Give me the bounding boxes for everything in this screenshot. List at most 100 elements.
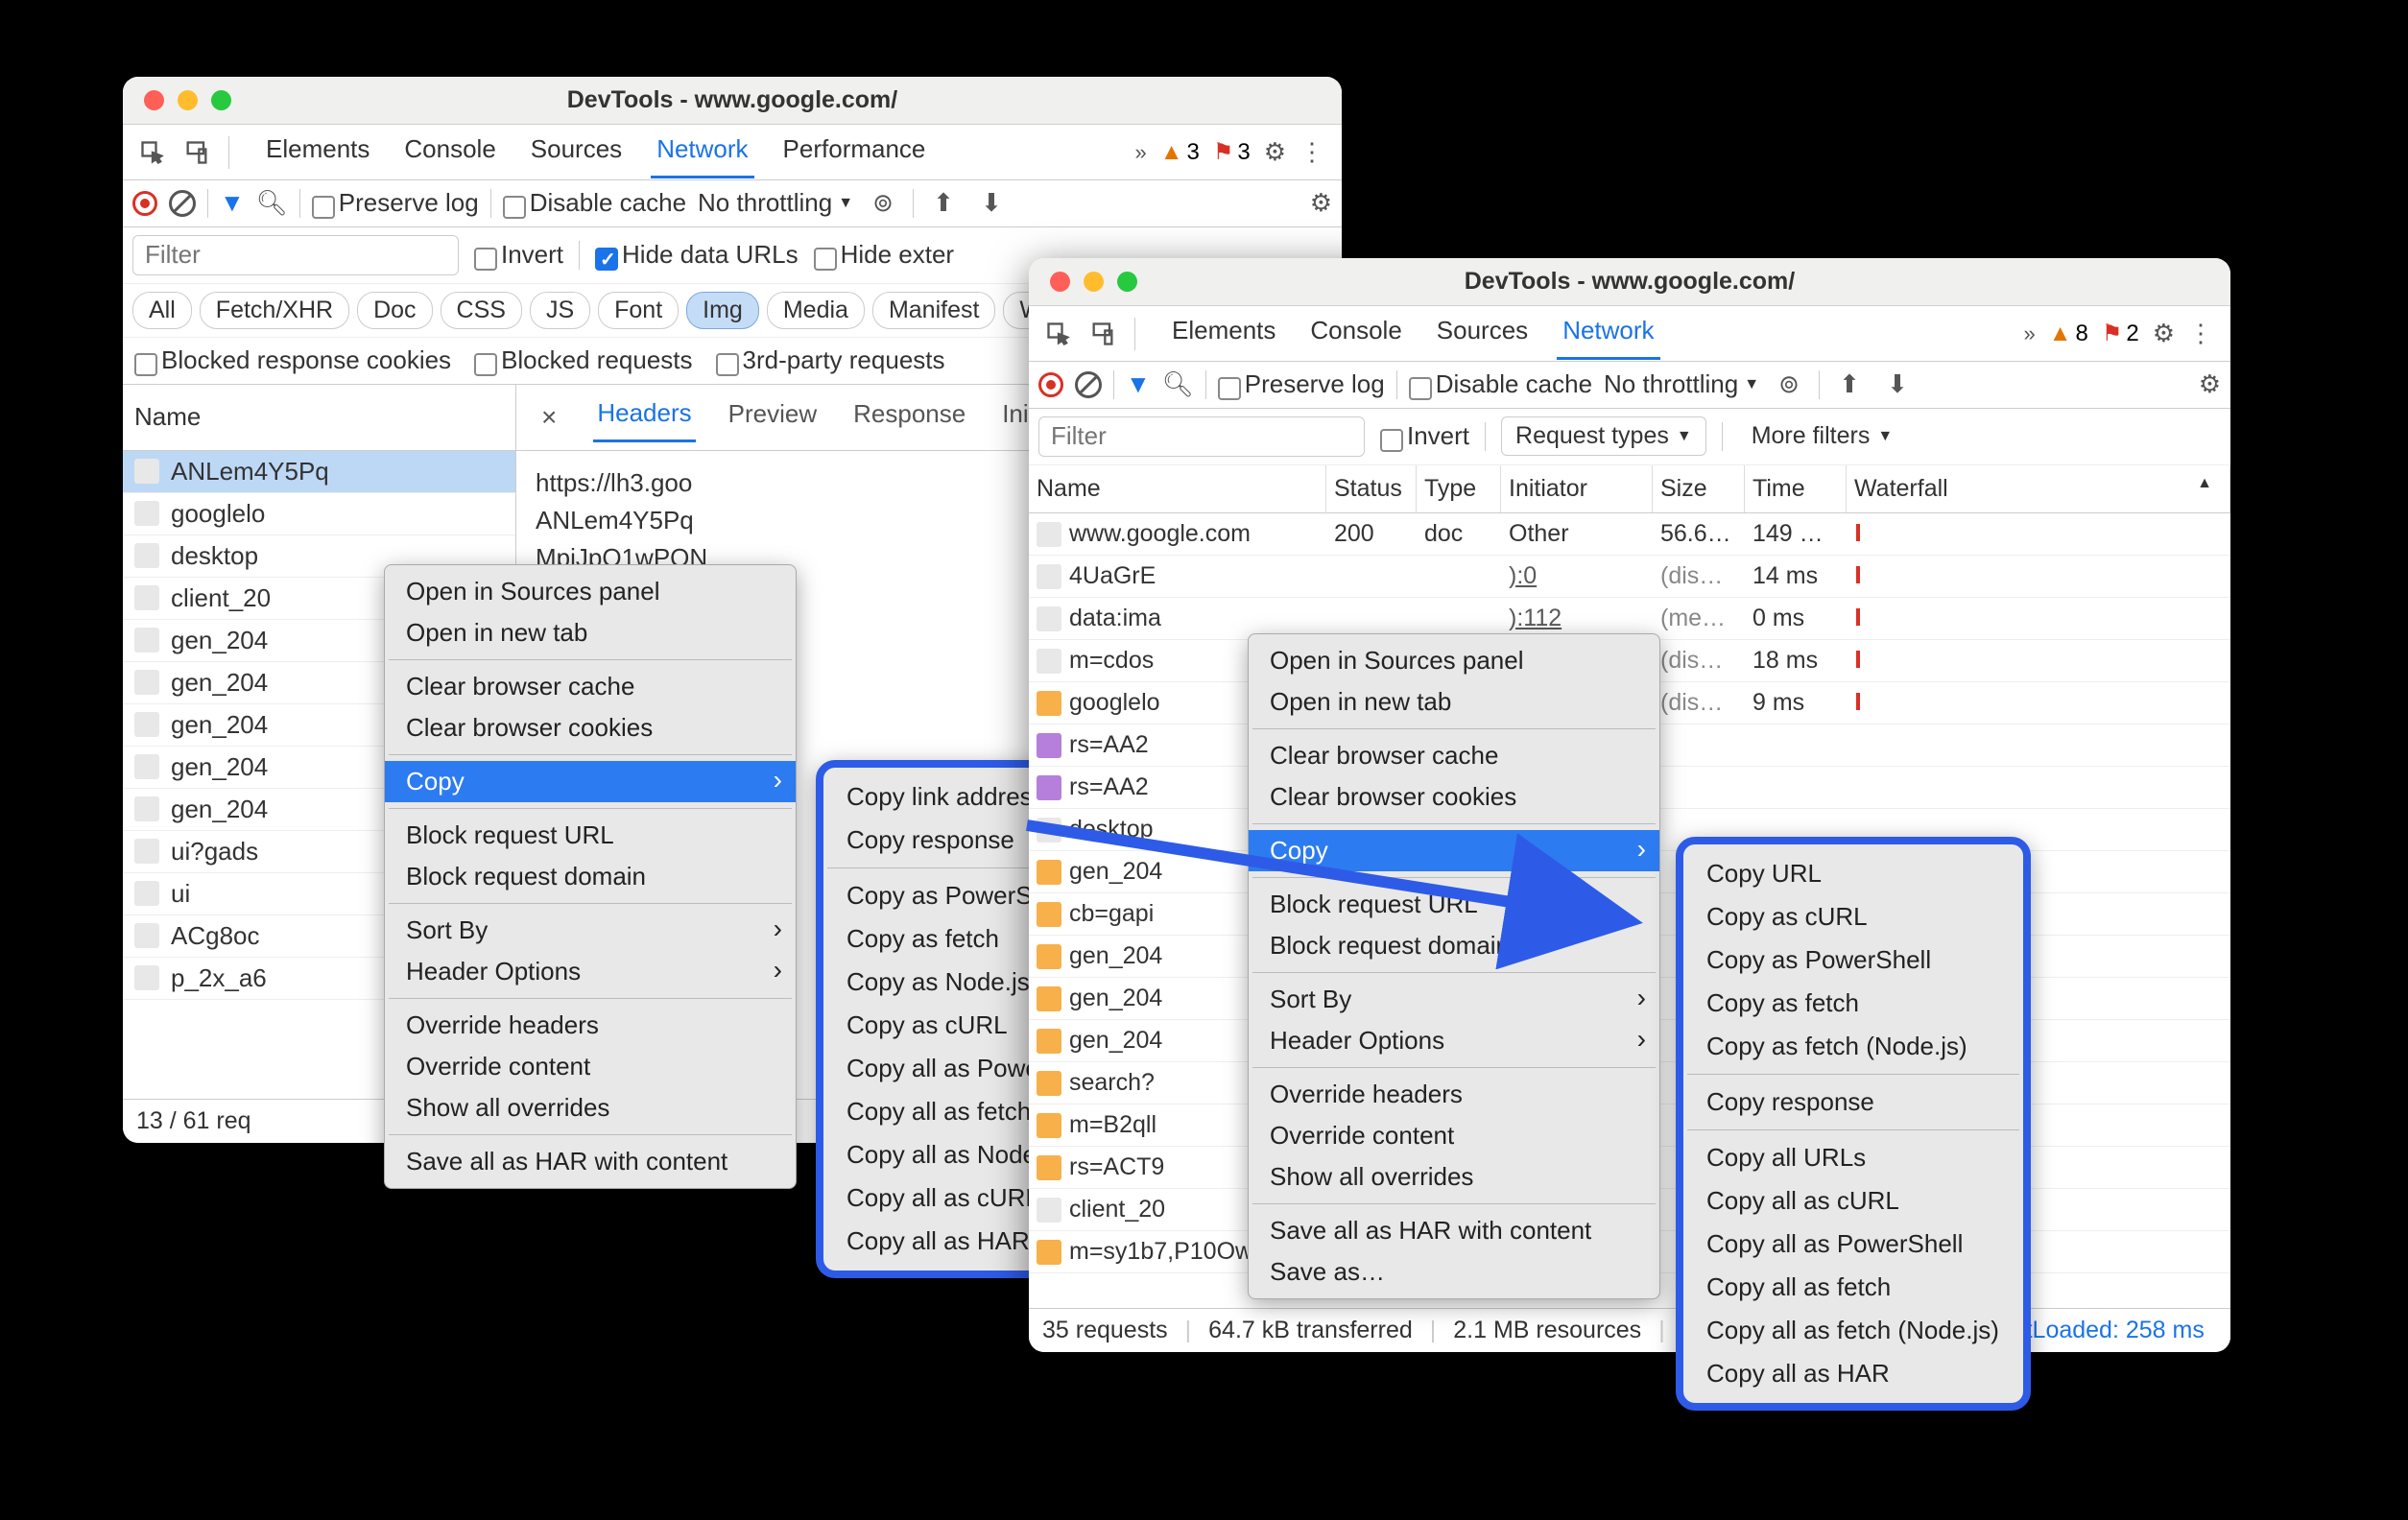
filter-icon[interactable]: ▼ <box>1126 369 1151 399</box>
submenu-item-copy-all-as-powershell[interactable]: Copy all as PowerShell <box>1683 1223 2023 1266</box>
search-icon[interactable]: 🔍︎ <box>256 188 288 218</box>
tab-performance[interactable]: Performance <box>777 127 932 178</box>
clear-icon[interactable] <box>169 190 196 217</box>
menu-item-block-request-url[interactable]: Block request URL <box>385 815 796 856</box>
menu-item-sort-by[interactable]: Sort By <box>1249 979 1659 1020</box>
menu-icon[interactable]: ⋮ <box>1299 137 1324 167</box>
tab-sources[interactable]: Sources <box>1431 308 1534 360</box>
tab-elements[interactable]: Elements <box>1166 308 1281 360</box>
download-icon[interactable]: ⬇ <box>1879 369 1916 399</box>
filter-pill-font[interactable]: Font <box>598 292 679 329</box>
inspect-icon[interactable] <box>1038 314 1079 354</box>
menu-item-override-content[interactable]: Override content <box>1249 1115 1659 1156</box>
submenu-item-copy-all-urls[interactable]: Copy all URLs <box>1683 1136 2023 1179</box>
submenu-item-copy-url[interactable]: Copy URL <box>1683 852 2023 895</box>
filter-pill-all[interactable]: All <box>132 292 192 329</box>
submenu-item-copy-as-fetch--node-js-[interactable]: Copy as fetch (Node.js) <box>1683 1025 2023 1068</box>
device-icon[interactable] <box>177 132 217 173</box>
menu-item-show-all-overrides[interactable]: Show all overrides <box>385 1087 796 1128</box>
request-types-filter[interactable]: Request types▼ <box>1501 416 1706 456</box>
zoom-icon[interactable] <box>1117 272 1137 292</box>
wifi-icon[interactable]: ⊚ <box>865 188 901 218</box>
invert-checkbox[interactable]: Invert <box>1380 421 1469 452</box>
submenu-item-copy-response[interactable]: Copy response <box>1683 1081 2023 1124</box>
settings-icon[interactable]: ⚙ <box>2153 319 2175 348</box>
menu-item-clear-browser-cache[interactable]: Clear browser cache <box>1249 735 1659 776</box>
minimize-icon[interactable] <box>1084 272 1104 292</box>
more-tabs-icon[interactable]: » <box>1134 140 1146 165</box>
col-name[interactable]: Name <box>1029 465 1326 512</box>
filter-input[interactable] <box>132 235 459 275</box>
filter-pill-fetchxhr[interactable]: Fetch/XHR <box>200 292 349 329</box>
invert-checkbox[interactable]: Invert <box>474 240 563 271</box>
submenu-item-copy-as-fetch[interactable]: Copy as fetch <box>1683 982 2023 1025</box>
menu-item-save-all-as-har-with-content[interactable]: Save all as HAR with content <box>385 1141 796 1182</box>
disable-cache-checkbox[interactable]: Disable cache <box>1409 369 1592 400</box>
menu-item-header-options[interactable]: Header Options <box>1249 1020 1659 1061</box>
menu-item-sort-by[interactable]: Sort By <box>385 910 796 951</box>
menu-item-clear-browser-cookies[interactable]: Clear browser cookies <box>385 707 796 748</box>
filter-pill-js[interactable]: JS <box>530 292 590 329</box>
close-icon[interactable]: × <box>534 402 564 433</box>
col-time[interactable]: Time <box>1745 465 1847 512</box>
search-icon[interactable]: 🔍︎ <box>1162 369 1194 399</box>
col-type[interactable]: Type <box>1417 465 1501 512</box>
close-icon[interactable] <box>144 90 164 110</box>
filter-pill-manifest[interactable]: Manifest <box>872 292 995 329</box>
hide-data-urls-checkbox[interactable]: Hide data URLs <box>595 240 799 271</box>
tab-console[interactable]: Console <box>398 127 501 178</box>
menu-item-save-as-[interactable]: Save as… <box>1249 1251 1659 1293</box>
tab-sources[interactable]: Sources <box>525 127 628 178</box>
tab-network[interactable]: Network <box>1557 308 1659 360</box>
submenu-item-copy-all-as-har[interactable]: Copy all as HAR <box>1683 1352 2023 1395</box>
menu-item-copy[interactable]: Copy <box>1249 830 1659 871</box>
preview-tab[interactable]: Preview <box>725 393 821 440</box>
more-tabs-icon[interactable]: » <box>2023 321 2035 346</box>
filter-pill-css[interactable]: CSS <box>441 292 522 329</box>
menu-item-header-options[interactable]: Header Options <box>385 951 796 992</box>
submenu-item-copy-all-as-fetch--node-js-[interactable]: Copy all as fetch (Node.js) <box>1683 1309 2023 1352</box>
errors-badge[interactable]: ⚑3 <box>1213 138 1251 166</box>
menu-item-block-request-domain[interactable]: Block request domain <box>385 856 796 897</box>
col-size[interactable]: Size <box>1653 465 1745 512</box>
menu-item-block-request-url[interactable]: Block request URL <box>1249 884 1659 925</box>
clear-icon[interactable] <box>1075 371 1102 398</box>
errors-badge[interactable]: ⚑2 <box>2102 320 2139 347</box>
settings-icon[interactable]: ⚙ <box>1264 137 1286 167</box>
filter-pill-img[interactable]: Img <box>686 292 759 329</box>
upload-icon[interactable]: ⬆ <box>925 188 962 218</box>
submenu-item-copy-as-powershell[interactable]: Copy as PowerShell <box>1683 938 2023 982</box>
request-row[interactable]: ANLem4Y5Pq <box>123 451 515 493</box>
filter-icon[interactable]: ▼ <box>220 188 245 218</box>
menu-item-override-headers[interactable]: Override headers <box>1249 1074 1659 1115</box>
col-waterfall[interactable]: Waterfall▲ <box>1847 465 2230 512</box>
col-status[interactable]: Status <box>1326 465 1417 512</box>
panel-settings-icon[interactable]: ⚙ <box>1310 188 1332 218</box>
upload-icon[interactable]: ⬆ <box>1831 369 1868 399</box>
inspect-icon[interactable] <box>132 132 173 173</box>
name-column-header[interactable]: Name <box>123 385 516 450</box>
more-filters[interactable]: More filters▼ <box>1738 417 1906 455</box>
warnings-badge[interactable]: ▲8 <box>2049 321 2088 347</box>
filter-pill-media[interactable]: Media <box>767 292 865 329</box>
preserve-log-checkbox[interactable]: Preserve log <box>1218 369 1385 400</box>
blocked-cookies-checkbox[interactable]: Blocked response cookies <box>134 345 451 376</box>
minimize-icon[interactable] <box>178 90 198 110</box>
submenu-item-copy-all-as-fetch[interactable]: Copy all as fetch <box>1683 1266 2023 1309</box>
warnings-badge[interactable]: ▲3 <box>1160 139 1200 166</box>
tab-network[interactable]: Network <box>651 127 753 178</box>
zoom-icon[interactable] <box>211 90 231 110</box>
col-initiator[interactable]: Initiator <box>1501 465 1653 512</box>
menu-item-open-in-new-tab[interactable]: Open in new tab <box>385 612 796 653</box>
submenu-item-copy-all-as-curl[interactable]: Copy all as cURL <box>1683 1179 2023 1223</box>
menu-item-override-headers[interactable]: Override headers <box>385 1005 796 1046</box>
device-icon[interactable] <box>1083 314 1123 354</box>
blocked-requests-checkbox[interactable]: Blocked requests <box>474 345 692 376</box>
throttling-select[interactable]: No throttling▼ <box>1604 369 1759 399</box>
preserve-log-checkbox[interactable]: Preserve log <box>312 188 479 219</box>
filter-pill-doc[interactable]: Doc <box>357 292 432 329</box>
menu-item-clear-browser-cookies[interactable]: Clear browser cookies <box>1249 776 1659 818</box>
close-icon[interactable] <box>1050 272 1070 292</box>
throttling-select[interactable]: No throttling▼ <box>698 188 853 218</box>
filter-input[interactable] <box>1038 416 1365 457</box>
